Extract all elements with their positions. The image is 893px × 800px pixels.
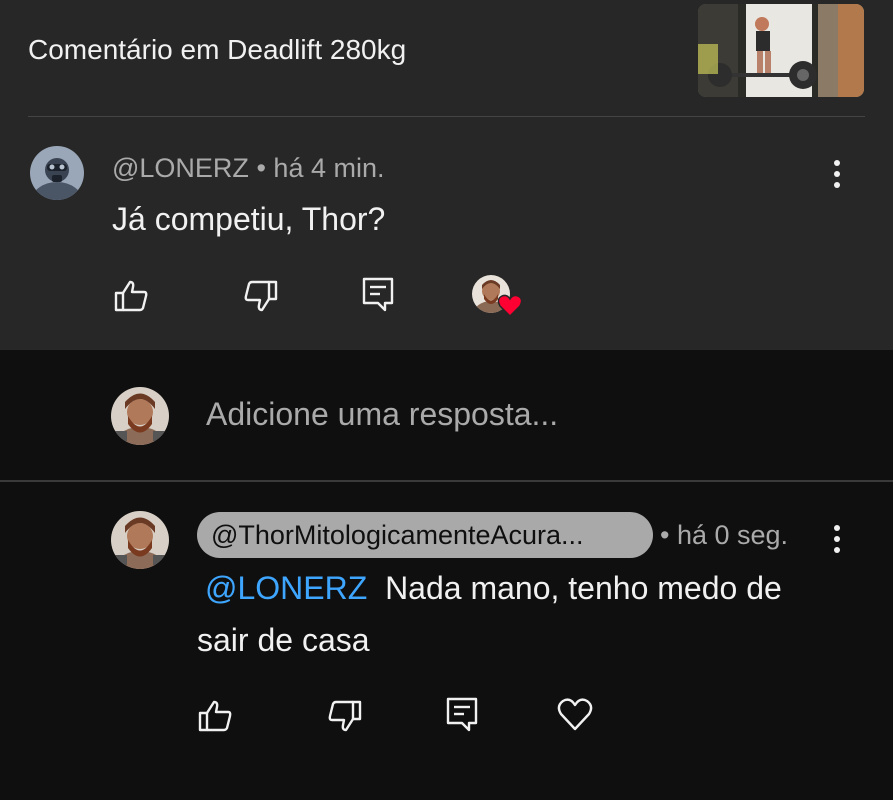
reply-time: há 0 seg. bbox=[676, 520, 789, 550]
dislike-icon[interactable] bbox=[241, 276, 281, 316]
reply-divider bbox=[0, 480, 893, 482]
comment-meta: @LONERZ • há 4 min. bbox=[112, 153, 384, 184]
meta-separator: • bbox=[660, 520, 670, 550]
reply-icon[interactable] bbox=[442, 694, 482, 734]
like-icon[interactable] bbox=[111, 276, 151, 316]
reply-author-avatar[interactable] bbox=[111, 511, 169, 569]
reply-text: Nada mano, tenho medo de bbox=[385, 570, 782, 606]
page-title: Comentário em Deadlift 280kg bbox=[28, 34, 407, 65]
creator-heart-badge bbox=[497, 293, 523, 319]
video-thumbnail[interactable] bbox=[698, 4, 864, 97]
meta-separator: • bbox=[256, 153, 266, 183]
parent-comment-section: Comentário em Deadlift 280kg @LONERZ • h… bbox=[0, 0, 893, 350]
commenter-avatar[interactable] bbox=[30, 146, 84, 200]
reply-more-menu-icon[interactable] bbox=[825, 519, 849, 559]
comment-more-menu-icon[interactable] bbox=[825, 154, 849, 194]
reply-icon[interactable] bbox=[358, 274, 398, 314]
comment-time: há 4 min. bbox=[273, 153, 385, 183]
comment-text: Já competiu, Thor? bbox=[112, 201, 386, 237]
header-divider bbox=[28, 116, 865, 117]
heart-icon[interactable] bbox=[555, 694, 595, 734]
reply-text-line2: sair de casa bbox=[197, 622, 370, 658]
like-icon[interactable] bbox=[195, 696, 235, 736]
reply-author-pill[interactable]: @ThorMitologicamenteAcura... bbox=[197, 512, 653, 558]
user-avatar bbox=[111, 387, 169, 445]
dislike-icon[interactable] bbox=[325, 696, 365, 736]
comment-author[interactable]: @LONERZ bbox=[112, 153, 249, 183]
reply-input[interactable]: Adicione uma resposta... bbox=[206, 396, 558, 433]
reply-text-line1: @LONERZ Nada mano, tenho medo de bbox=[205, 570, 782, 607]
reply-mention-link[interactable]: @LONERZ bbox=[205, 570, 367, 606]
reply-meta: • há 0 seg. bbox=[660, 520, 788, 551]
